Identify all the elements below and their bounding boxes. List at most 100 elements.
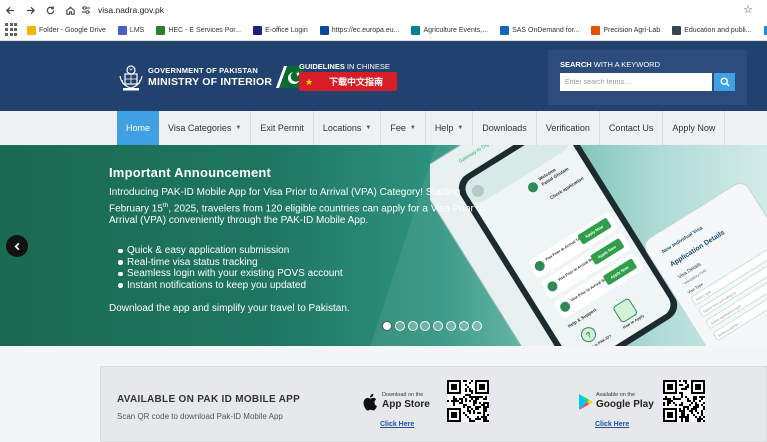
apple-icon xyxy=(363,393,377,411)
browser-toolbar: visa.nadra.gov.pk ☆ xyxy=(0,0,767,20)
bookmark-label: E-office Login xyxy=(265,26,308,34)
guidelines-bold: GUIDELINES xyxy=(299,62,345,71)
bookmark-favicon-icon xyxy=(763,25,767,35)
bookmark-label: https://ec.europa.eu... xyxy=(331,26,400,34)
bookmark-favicon-icon xyxy=(253,25,263,35)
nav-item-visa-categories[interactable]: Visa Categories ▼ xyxy=(159,111,252,145)
bookmark-item[interactable]: Folder - Google Drive xyxy=(27,25,106,35)
search-title-bold: SEARCH xyxy=(560,60,592,69)
bookmark-item[interactable]: https://ec.europa.eu... xyxy=(319,25,400,35)
bookmark-item[interactable]: GIS, Mapping, a... xyxy=(763,25,767,35)
home-icon[interactable] xyxy=(60,0,80,20)
carousel-dot[interactable] xyxy=(433,321,444,331)
chevron-down-icon: ▼ xyxy=(457,125,464,131)
announcement-title: Important Announcement xyxy=(109,165,272,180)
carousel-dot[interactable] xyxy=(458,321,469,331)
bookmark-item[interactable]: Agriculture Events,... xyxy=(411,25,489,35)
bookmark-item[interactable]: LMS xyxy=(117,25,145,35)
mobile-app-section: AVAILABLE ON PAK ID MOBILE APP Scan QR c… xyxy=(0,346,767,442)
google-play-icon xyxy=(579,394,593,410)
bookmark-label: Agriculture Events,... xyxy=(423,26,489,34)
nav-item-label: Locations xyxy=(322,123,362,133)
site-header: GOVERNMENT OF PAKISTAN MINISTRY OF INTER… xyxy=(0,41,767,111)
pak-id-app-phones-illustration: Gateway to Digital Pakistan Welcome Fais… xyxy=(430,145,767,346)
nav-item-home[interactable]: Home xyxy=(117,111,160,145)
feature-list: Quick & easy application submission Real-… xyxy=(118,245,343,291)
nav-item-contact-us[interactable]: Contact Us xyxy=(600,111,664,145)
chevron-down-icon: ▼ xyxy=(365,125,372,131)
reload-icon[interactable] xyxy=(40,0,60,20)
nav-item-verification[interactable]: Verification xyxy=(537,111,600,145)
bookmark-item[interactable]: HEC - E Services Por... xyxy=(156,25,241,35)
carousel-dot[interactable] xyxy=(382,321,392,331)
bookmark-favicon-icon xyxy=(591,25,601,35)
nav-item-exit-permit[interactable]: Exit Permit xyxy=(251,111,314,145)
guidelines-label: GUIDELINES IN CHINESE xyxy=(299,62,390,71)
nav-item-label: Apply Now xyxy=(672,123,716,133)
bookmark-label: SAS OnDemand for... xyxy=(512,26,580,34)
apps-grid-icon[interactable] xyxy=(4,23,17,37)
bookmark-favicon-icon xyxy=(27,25,36,35)
bookmarks-bar: Folder - Google Drive LMS HEC - E Services… xyxy=(0,20,767,41)
address-bar[interactable]: visa.nadra.gov.pk xyxy=(80,2,760,18)
bookmark-label: Education and publi... xyxy=(684,26,752,34)
google-play-big: Google Play xyxy=(596,399,654,410)
china-flag-icon: ★ xyxy=(305,76,314,87)
carousel-prev-button[interactable] xyxy=(6,235,28,257)
carousel-dot[interactable] xyxy=(445,321,456,331)
guidelines-rest: IN CHINESE xyxy=(344,62,390,71)
search-title: SEARCH WITH A KEYWORD xyxy=(560,60,660,69)
app-store-badge[interactable]: Download on the App Store xyxy=(363,392,430,411)
app-store-small: Download on the xyxy=(382,392,424,398)
feature-item: Real-time visa status tracking xyxy=(118,257,343,269)
bookmark-star-icon[interactable]: ☆ xyxy=(743,3,753,16)
back-arrow-icon[interactable] xyxy=(0,0,20,20)
bookmark-favicon-icon xyxy=(411,25,421,35)
feature-item: Instant notifications to keep you update… xyxy=(118,280,343,292)
logo-line-government: GOVERNMENT OF PAKISTAN xyxy=(148,66,258,75)
google-play-link[interactable]: Click Here xyxy=(595,421,629,428)
announcement-carousel: Gateway to Digital Pakistan Welcome Fais… xyxy=(0,145,767,346)
chevron-left-icon xyxy=(13,242,19,250)
nav-item-help[interactable]: Help ▼ xyxy=(426,111,474,145)
nav-item-fee[interactable]: Fee ▼ xyxy=(381,111,426,145)
site-settings-icon[interactable] xyxy=(80,4,92,16)
bookmark-label: LMS xyxy=(129,26,145,34)
nav-item-locations[interactable]: Locations ▼ xyxy=(314,111,382,145)
carousel-dot[interactable] xyxy=(420,321,431,331)
bookmark-item[interactable]: E-office Login xyxy=(253,25,308,35)
search-icon xyxy=(719,77,730,87)
carousel-dot[interactable] xyxy=(407,321,418,331)
bookmark-item[interactable]: SAS OnDemand for... xyxy=(500,25,580,35)
bookmark-item[interactable]: Precision Agri-Lab xyxy=(591,25,661,35)
nav-item-downloads[interactable]: Downloads xyxy=(473,111,537,145)
google-play-badge[interactable]: Available on the Google Play xyxy=(577,392,654,411)
app-store-qr-code[interactable] xyxy=(447,380,489,422)
nav-item-label: Help xyxy=(434,123,454,133)
carousel-dot[interactable] xyxy=(471,321,482,331)
main-navigation: Home Visa Categories ▼ Exit Permit Locations… xyxy=(0,111,767,145)
nav-item-label: Fee xyxy=(390,123,406,133)
nav-item-label: Visa Categories xyxy=(168,123,232,133)
app-store-link[interactable]: Click Here xyxy=(380,421,414,428)
chinese-guide-label: 下载中文指南 xyxy=(329,77,384,87)
bookmark-label: Precision Agri-Lab xyxy=(603,26,661,34)
feature-item: Seamless login with your existing POVS a… xyxy=(118,268,343,280)
nav-item-label: Home xyxy=(126,123,151,133)
app-store-big: App Store xyxy=(382,399,430,410)
bookmark-favicon-icon xyxy=(319,25,329,35)
search-button[interactable] xyxy=(714,73,735,91)
bookmark-favicon-icon xyxy=(672,25,682,35)
forward-arrow-icon[interactable] xyxy=(20,0,40,20)
search-input[interactable] xyxy=(560,73,712,91)
nav-item-label: Exit Permit xyxy=(260,123,304,133)
chinese-guide-button[interactable]: ★ 下载中文指南 xyxy=(299,72,397,91)
google-play-qr-code[interactable] xyxy=(663,380,705,422)
site-logo[interactable]: GOVERNMENT OF PAKISTAN MINISTRY OF INTER… xyxy=(117,62,305,92)
carousel-dot[interactable] xyxy=(394,321,405,331)
bookmark-favicon-icon xyxy=(500,25,510,35)
nav-item-apply-now[interactable]: Apply Now xyxy=(663,111,726,145)
logo-line-ministry: MINISTRY OF INTERIOR xyxy=(148,75,273,88)
bookmark-item[interactable]: Education and publi... xyxy=(672,25,752,35)
google-play-small: Available on the xyxy=(596,392,636,398)
